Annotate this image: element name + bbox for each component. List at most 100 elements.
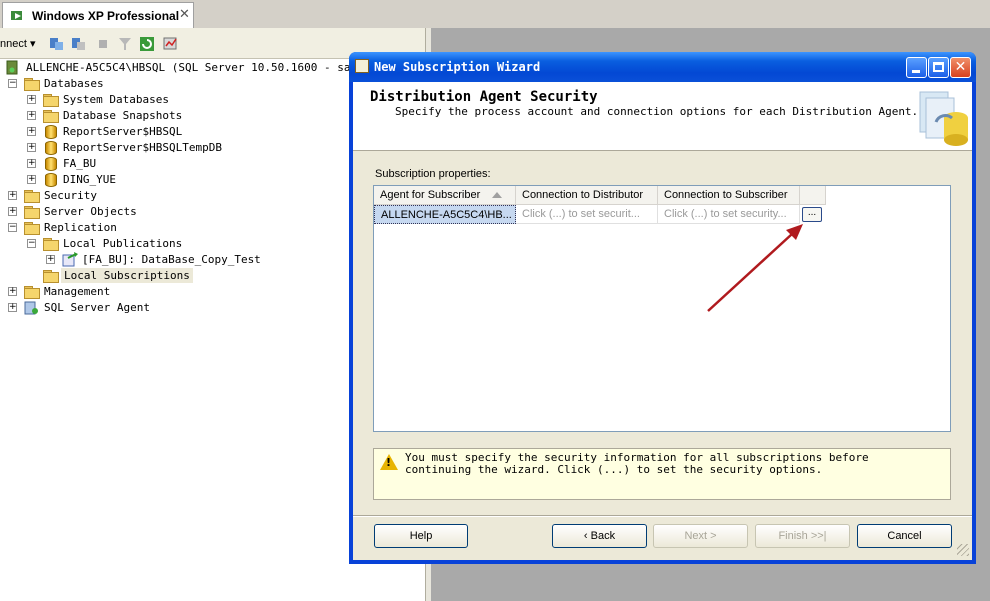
warning-text: You must specify the security informatio… — [405, 451, 869, 476]
subscription-properties-label: Subscription properties: — [375, 168, 491, 180]
expand-icon[interactable]: + — [27, 159, 36, 168]
filter-icon[interactable] — [117, 36, 133, 52]
minimize-button[interactable] — [906, 57, 927, 78]
tree-node-server-objects[interactable]: + Server Objects — [8, 204, 208, 219]
sort-ascending-icon — [492, 192, 502, 198]
tree-node-security[interactable]: + Security — [8, 188, 208, 203]
column-header-label: Connection to Subscriber — [664, 189, 788, 201]
tree-label: ReportServer$HBSQLTempDB — [63, 141, 222, 154]
help-button[interactable]: Help — [374, 524, 468, 548]
tree-label: Server Objects — [44, 205, 137, 218]
tree-node-db[interactable]: + DING_YUE — [27, 172, 227, 187]
folder-icon — [24, 190, 40, 203]
folder-icon — [24, 286, 40, 299]
tree-node-db[interactable]: + ReportServer$HBSQL — [27, 124, 227, 139]
next-button[interactable]: Next > — [653, 524, 748, 548]
database-icon — [45, 141, 57, 155]
tree-node-database-snapshots[interactable]: + Database Snapshots — [27, 108, 227, 123]
finish-button[interactable]: Finish >>| — [755, 524, 850, 548]
wizard-app-icon — [355, 59, 369, 73]
tree-label: [FA_BU]: DataBase_Copy_Test — [82, 253, 261, 266]
tree-label: Local Publications — [63, 237, 183, 250]
activity-monitor-icon[interactable] — [163, 36, 179, 52]
tree-node-db[interactable]: + ReportServer$HBSQLTempDB — [27, 140, 227, 155]
connect-server-icon[interactable] — [48, 36, 64, 52]
tree-node-system-databases[interactable]: + System Databases — [27, 92, 227, 107]
tree-node-sql-agent[interactable]: + SQL Server Agent — [8, 300, 208, 315]
tree-label: ALLENCHE-A5C5C4\HBSQL (SQL Server 10.50.… — [26, 61, 358, 74]
minimize-icon — [912, 70, 920, 73]
help-button-label: Help — [409, 530, 433, 542]
tree-label: FA_BU — [63, 157, 97, 170]
back-button-label: Back — [590, 530, 616, 542]
close-icon[interactable]: ✕ — [179, 6, 190, 22]
cell-subscriber[interactable]: Click (...) to set security... — [658, 205, 800, 224]
expand-icon[interactable]: + — [27, 111, 36, 120]
subscription-grid[interactable]: Agent for Subscriber Connection to Distr… — [373, 185, 951, 432]
cancel-button[interactable]: Cancel — [857, 524, 952, 548]
expand-icon[interactable]: + — [27, 143, 36, 152]
tree-node-local-publications[interactable]: − Local Publications — [27, 236, 227, 251]
tree-node-replication[interactable]: − Replication — [8, 220, 208, 235]
wizard-window: New Subscription Wizard ✕ Distribution A… — [349, 52, 976, 564]
set-security-button[interactable]: ... — [802, 207, 822, 222]
column-header-distributor[interactable]: Connection to Distributor — [516, 186, 658, 204]
wizard-title: New Subscription Wizard — [374, 60, 541, 74]
folder-icon — [24, 206, 40, 219]
collapse-icon[interactable]: − — [27, 239, 36, 248]
wizard-header: Distribution Agent Security Specify the … — [353, 82, 972, 151]
cell-agent[interactable]: ALLENCHE-A5C5C4\HB... — [374, 205, 516, 224]
expand-icon[interactable]: + — [46, 255, 55, 264]
expand-icon[interactable]: + — [8, 303, 17, 312]
database-icon — [45, 157, 57, 171]
cancel-button-label: Cancel — [887, 530, 922, 542]
tree-label: Security — [44, 189, 97, 202]
folder-icon — [43, 270, 59, 283]
vm-tab[interactable]: Windows XP Professional ✕ — [2, 2, 194, 28]
tree-node-management[interactable]: + Management — [8, 284, 208, 299]
vm-tab-title: Windows XP Professional — [32, 9, 180, 23]
publication-icon — [62, 252, 78, 267]
tree-label: SQL Server Agent — [44, 301, 150, 314]
page-subtitle: Specify the process account and connecti… — [395, 105, 919, 118]
expand-icon[interactable]: + — [27, 175, 36, 184]
expand-icon[interactable]: + — [27, 127, 36, 136]
refresh-icon[interactable] — [139, 36, 155, 52]
column-header-label: Agent for Subscriber — [380, 189, 481, 201]
collapse-icon[interactable]: − — [8, 223, 17, 232]
cell-distributor[interactable]: Click (...) to set securit... — [516, 205, 658, 224]
next-button-label: Next > — [684, 530, 717, 542]
tree-node-publication[interactable]: + [FA_BU]: DataBase_Copy_Test — [46, 252, 266, 267]
folder-icon — [24, 222, 40, 235]
chevron-left-icon: ‹ — [583, 530, 591, 542]
tree-node-local-subscriptions[interactable]: Local Subscriptions — [27, 268, 227, 283]
tree-node-databases[interactable]: − Databases — [8, 76, 208, 91]
agent-icon — [24, 301, 38, 315]
collapse-icon[interactable]: − — [8, 79, 17, 88]
connect-dropdown[interactable]: nnect ▾ — [0, 37, 36, 50]
expand-icon[interactable]: + — [8, 287, 17, 296]
column-header-subscriber[interactable]: Connection to Subscriber — [658, 186, 800, 204]
warning-panel: ! You must specify the security informat… — [373, 448, 951, 500]
tree-label-selected: Local Subscriptions — [61, 268, 193, 283]
expand-icon[interactable]: + — [27, 95, 36, 104]
back-button[interactable]: ‹ Back — [552, 524, 647, 548]
expand-icon[interactable]: + — [8, 191, 17, 200]
warning-icon-mark: ! — [386, 456, 392, 469]
disconnect-server-icon[interactable] — [70, 36, 86, 52]
tree-label: Database Snapshots — [63, 109, 183, 122]
close-button[interactable]: ✕ — [950, 57, 971, 78]
column-header-button — [800, 186, 826, 204]
tree-node-db[interactable]: + FA_BU — [27, 156, 227, 171]
maximize-button[interactable] — [928, 57, 949, 78]
finish-button-label: Finish >>| — [778, 530, 827, 542]
expand-icon[interactable]: + — [8, 207, 17, 216]
stop-icon[interactable] — [95, 36, 111, 52]
column-header-agent[interactable]: Agent for Subscriber — [374, 186, 516, 204]
database-icon — [45, 173, 57, 187]
resize-grip[interactable] — [957, 544, 969, 556]
wizard-title-bar[interactable]: New Subscription Wizard ✕ — [349, 52, 976, 82]
database-icon — [45, 125, 57, 139]
security-wizard-icon — [919, 91, 968, 146]
vm-icon — [11, 11, 22, 20]
